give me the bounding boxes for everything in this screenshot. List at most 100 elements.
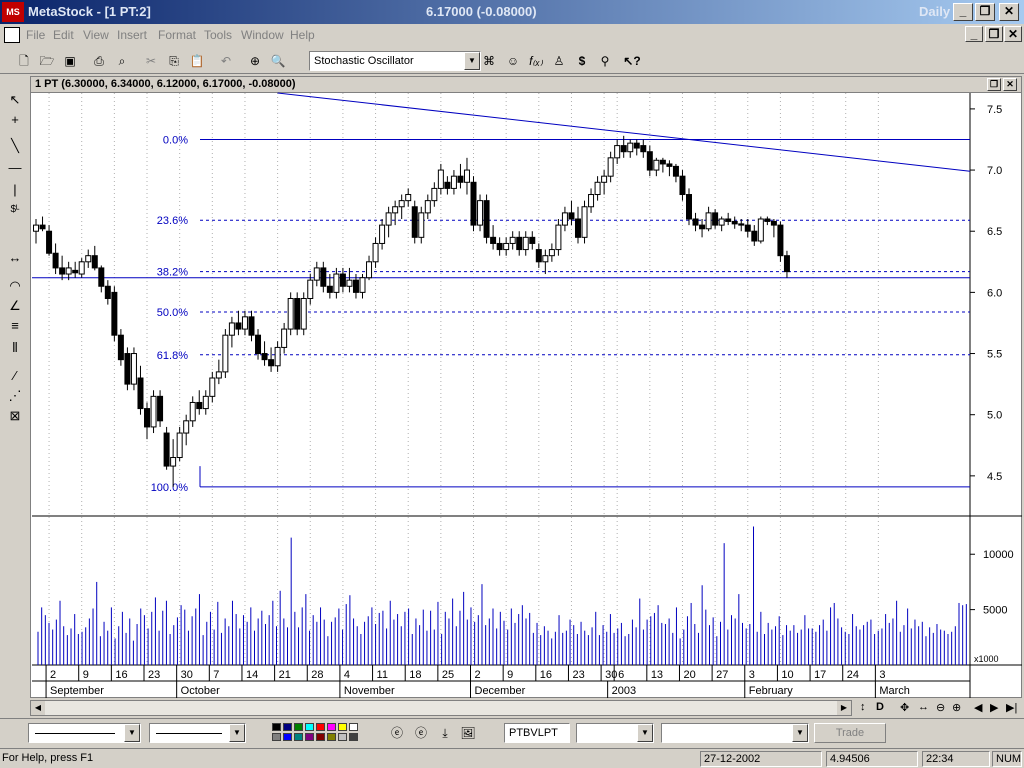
candle-body <box>770 220 777 226</box>
date-tick-label: 18 <box>409 669 421 681</box>
candle-body <box>692 218 699 226</box>
candle-body <box>78 261 85 275</box>
style-toolbar: ▼ ▼ ⓔ ⓔ ⤓ 🖼 PTBVLPT ▼ ▼ Trade <box>0 718 1024 746</box>
palette-swatch[interactable] <box>327 733 336 741</box>
palette-swatch[interactable] <box>283 723 292 731</box>
candle-body <box>261 353 268 361</box>
palette-swatch[interactable] <box>316 723 325 731</box>
palette-swatch[interactable] <box>283 733 292 741</box>
zoom-in-icon[interactable]: ⊕ <box>952 701 961 714</box>
scroll-right-icon[interactable]: ▶ <box>837 701 851 715</box>
candle-body <box>300 297 307 330</box>
date-tick-label: 3 <box>879 669 885 681</box>
chevron-down-icon[interactable]: ▼ <box>637 724 653 742</box>
template-select[interactable]: ▼ <box>661 723 809 743</box>
date-tick-label: 3 <box>749 669 755 681</box>
palette-swatch[interactable] <box>327 723 336 731</box>
date-tick-label: 9 <box>507 669 513 681</box>
candle-body <box>209 377 216 397</box>
date-tick-label: 17 <box>814 669 826 681</box>
fit-icon[interactable]: ✥ <box>900 701 909 714</box>
line-weight-select[interactable]: ▼ <box>149 723 246 743</box>
candle-body <box>594 181 601 196</box>
candle-body <box>196 401 203 410</box>
chevron-down-icon[interactable]: ▼ <box>229 724 245 742</box>
color-palette[interactable] <box>272 723 362 745</box>
candle-body <box>111 291 118 336</box>
candle-body <box>189 401 196 422</box>
web-icon[interactable]: ⓔ <box>412 724 430 742</box>
palette-swatch[interactable] <box>316 733 325 741</box>
palette-swatch[interactable] <box>349 733 358 741</box>
candle-body <box>437 169 444 189</box>
palette-swatch[interactable] <box>305 733 314 741</box>
chevron-down-icon[interactable]: ▼ <box>792 724 808 742</box>
palette-swatch[interactable] <box>294 733 303 741</box>
chart-nav-tools: ↕ D ✥ ↔ ⊖ ⊕ ◀ ▶ ▶| <box>856 700 1024 716</box>
trade-button[interactable]: Trade <box>814 723 886 743</box>
palette-swatch[interactable] <box>294 723 303 731</box>
chevron-down-icon[interactable]: ▼ <box>124 724 140 742</box>
candle-body <box>659 159 666 165</box>
palette-swatch[interactable] <box>338 733 347 741</box>
date-tick-label: 16 <box>115 669 127 681</box>
candle-body <box>751 230 758 242</box>
candle-body <box>33 224 39 232</box>
candle-body <box>124 353 131 385</box>
download-icon[interactable]: ⤓ <box>436 724 454 742</box>
date-tick-label: 11 <box>377 669 388 681</box>
candle-body <box>601 175 608 183</box>
candle-body <box>679 175 686 196</box>
candle-body <box>72 269 79 274</box>
palette-swatch[interactable] <box>272 733 281 741</box>
candle-body <box>228 322 235 336</box>
date-tick-label: 24 <box>847 669 859 681</box>
prev-icon[interactable]: ◀ <box>974 701 982 714</box>
palette-swatch[interactable] <box>305 723 314 731</box>
month-label: 2003 <box>612 685 636 697</box>
candle-body <box>529 236 536 244</box>
symbol-field[interactable]: PTBVLPT <box>504 723 570 743</box>
security-select[interactable]: ▼ <box>576 723 654 743</box>
candle-body <box>170 457 177 467</box>
candle-body <box>627 142 634 153</box>
palette-swatch[interactable] <box>349 723 358 731</box>
candle-body <box>150 395 157 428</box>
candle-body <box>346 279 353 287</box>
candle-body <box>320 267 327 287</box>
candle-body <box>85 255 92 263</box>
candle-body <box>307 279 314 299</box>
candle-body <box>450 175 457 189</box>
candle-body <box>620 145 627 153</box>
candle-body <box>777 224 784 257</box>
scroll-left-icon[interactable]: ◀ <box>31 701 45 715</box>
candle-body <box>339 273 346 287</box>
palette-swatch[interactable] <box>338 723 347 731</box>
line-style-select[interactable]: ▼ <box>28 723 141 743</box>
price-tick-label: 6.5 <box>987 226 1002 238</box>
expand-icon[interactable]: ↔ <box>918 701 929 713</box>
candle-body <box>672 165 679 177</box>
candle-body <box>783 255 790 273</box>
candle-body <box>470 181 477 226</box>
internet-icon[interactable]: ⓔ <box>388 724 406 742</box>
date-tick-label: 16 <box>540 669 552 681</box>
candle-body <box>392 206 399 214</box>
candle-body <box>248 316 255 336</box>
next-icon[interactable]: ▶ <box>990 701 998 714</box>
chart-canvas[interactable]: 7.5 7.0 6.5 6.0 5.5 5.0 4.5 0.0% 23.6% 38.2% 50.0%… <box>0 0 1024 768</box>
last-icon[interactable]: ▶| <box>1006 701 1017 714</box>
candle-body <box>744 224 751 232</box>
horizontal-scrollbar[interactable]: ◀ ▶ <box>30 700 852 716</box>
periodicity-d-icon[interactable]: D <box>876 701 884 713</box>
palette-swatch[interactable] <box>272 723 281 731</box>
date-tick-label: 21 <box>279 669 291 681</box>
candle-body <box>352 279 359 293</box>
price-tick-label: 5.0 <box>987 410 1002 422</box>
month-label: March <box>879 685 910 697</box>
candle-body <box>581 206 588 238</box>
candle-body <box>333 273 340 293</box>
zoom-out-icon[interactable]: ⊖ <box>936 701 945 714</box>
image-icon[interactable]: 🖼 <box>459 724 477 742</box>
refresh-icon[interactable]: ↕ <box>860 701 866 713</box>
